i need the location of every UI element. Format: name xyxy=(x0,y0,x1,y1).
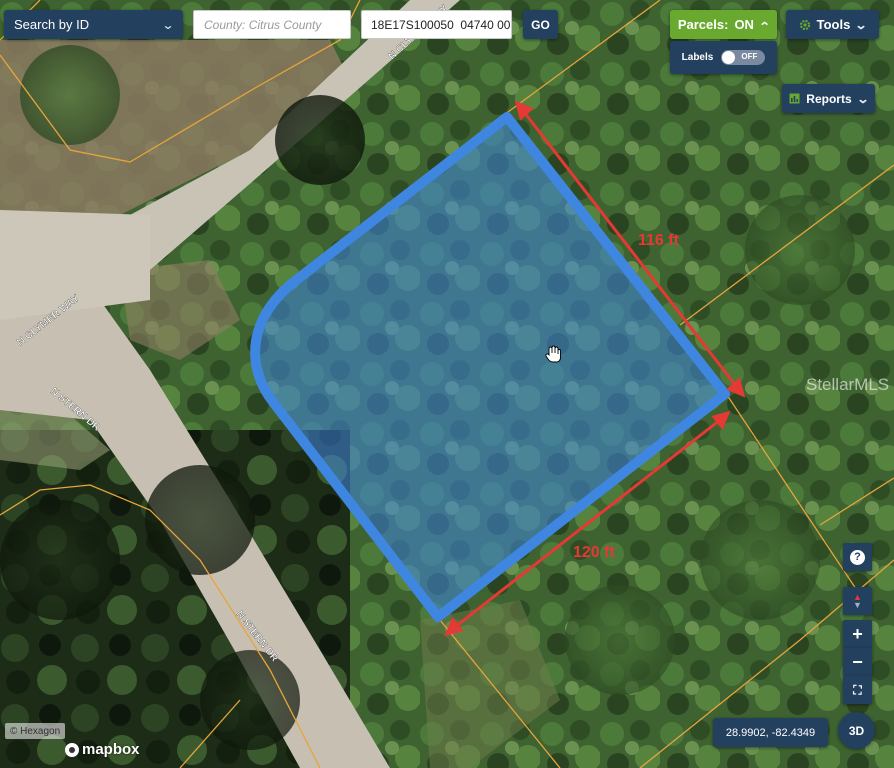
fullscreen-icon: ⛶ xyxy=(853,682,862,697)
mapbox-logo[interactable]: mapbox xyxy=(65,741,140,758)
labels-label: Labels xyxy=(681,52,714,63)
report-icon xyxy=(789,93,800,104)
mapbox-wordmark: mapbox xyxy=(82,741,140,758)
tree-cluster xyxy=(700,500,820,620)
labels-panel: Labels OFF xyxy=(670,41,777,74)
dimension-label-120: 120 ft xyxy=(573,544,615,561)
map-canvas[interactable]: 116 ft 120 ft N CLYMER WAY N CLYMER WAY … xyxy=(0,0,894,768)
coordinates-readout: 28.9902, -82.4349 xyxy=(713,718,828,747)
dimension-label-116: 116 ft xyxy=(638,232,680,249)
tree-cluster xyxy=(275,95,365,185)
compass-button[interactable]: ▲ ▼ xyxy=(843,587,872,615)
labels-state: OFF xyxy=(741,52,758,61)
toggle-knob xyxy=(722,51,736,64)
search-mode-dropdown[interactable]: Search by ID ⌄ xyxy=(4,10,183,39)
parcels-label: Parcels: xyxy=(677,17,729,32)
reports-label: Reports xyxy=(806,91,852,106)
fullscreen-button[interactable]: ⛶ xyxy=(843,676,872,704)
search-mode-label: Search by ID xyxy=(14,17,90,32)
help-button[interactable]: ? xyxy=(843,543,872,571)
3d-view-button[interactable]: 3D xyxy=(838,712,875,749)
watermark: StellarMLS xyxy=(806,375,889,394)
tools-label: Tools xyxy=(816,17,851,32)
labels-toggle-switch[interactable]: OFF xyxy=(721,50,766,65)
go-button[interactable]: GO xyxy=(523,10,558,39)
county-input[interactable]: County: Citrus County xyxy=(193,10,351,39)
reports-button[interactable]: Reports ⌄ xyxy=(782,84,875,113)
mapbox-mark-icon xyxy=(65,742,79,757)
tree-cluster xyxy=(745,195,855,305)
tools-button[interactable]: Tools ⌄ xyxy=(786,10,879,39)
parcels-state: ON xyxy=(734,17,754,32)
zoom-out-button[interactable]: − xyxy=(843,648,872,676)
tree-cluster xyxy=(145,465,255,575)
chevron-up-icon: ⌄ xyxy=(758,19,771,31)
hexagon-attribution[interactable]: © Hexagon xyxy=(5,723,66,739)
gear-icon xyxy=(799,19,810,30)
chevron-down-icon: ⌄ xyxy=(856,91,870,106)
tree-cluster xyxy=(0,500,120,620)
chevron-down-icon: ⌄ xyxy=(161,17,175,32)
compass-icon: ▲ ▼ xyxy=(853,592,862,610)
parcel-id-input[interactable]: 18E17S100050 04740 00 xyxy=(361,10,512,39)
tree-cluster xyxy=(565,585,675,695)
tree-cluster xyxy=(20,45,120,145)
help-icon: ? xyxy=(850,549,865,565)
chevron-down-icon: ⌄ xyxy=(854,17,868,32)
zoom-in-button[interactable]: + xyxy=(843,620,872,648)
parcels-toggle-button[interactable]: Parcels: ON ⌄ xyxy=(670,10,777,39)
